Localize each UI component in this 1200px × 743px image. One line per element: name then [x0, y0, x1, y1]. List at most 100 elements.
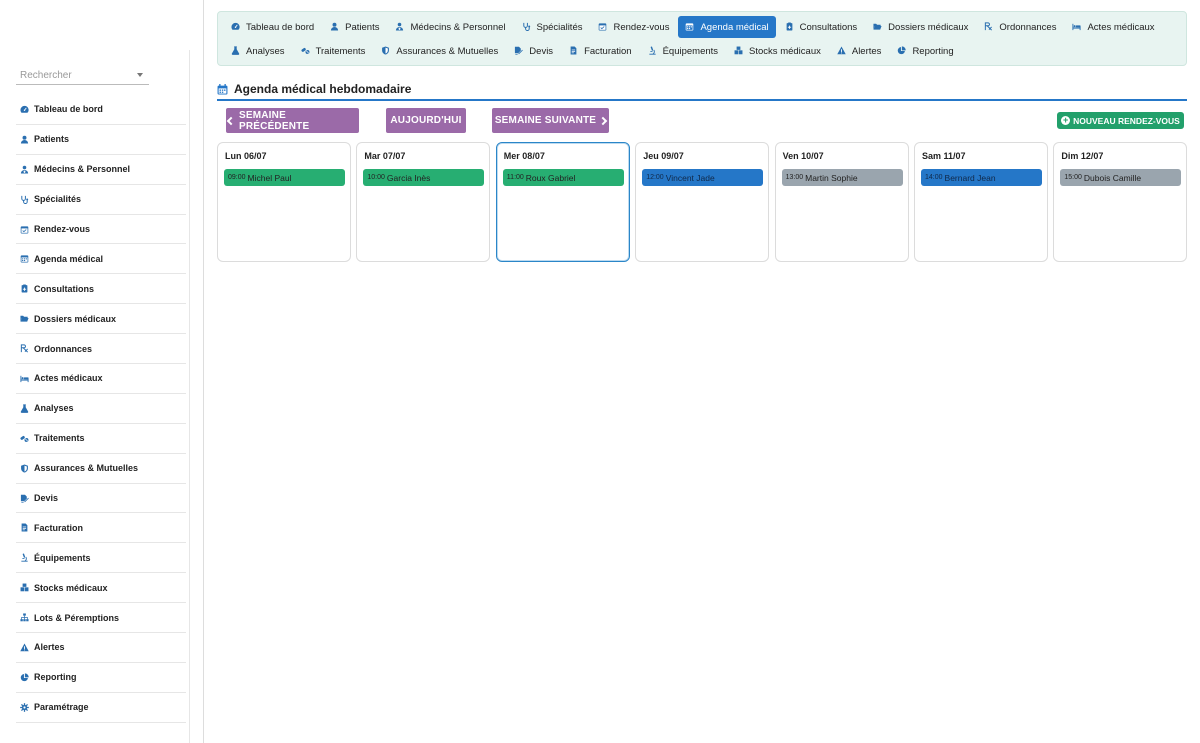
sidebar-item-devis[interactable]: Devis [16, 484, 186, 514]
tab-medecins-and-personnel[interactable]: Médecins & Personnel [388, 16, 512, 38]
appointment-patient: Bernard Jean [944, 172, 996, 183]
appointment-time: 09:00 [228, 174, 246, 181]
sidebar-item-label: Traitements [34, 433, 85, 444]
pills-icon [301, 46, 311, 56]
sidebar-item-actes-medicaux[interactable]: Actes médicaux [16, 364, 186, 394]
tab-label: Médecins & Personnel [410, 21, 506, 33]
sidebar-item-alertes[interactable]: Alertes [16, 633, 186, 663]
sidebar-item-dossiers-medicaux[interactable]: Dossiers médicaux [16, 304, 186, 335]
calendar-icon [685, 22, 695, 32]
calendar-check-icon [598, 22, 608, 32]
tab-devis[interactable]: Devis [507, 40, 560, 62]
tab-actes-medicaux[interactable]: Actes médicaux [1065, 16, 1161, 38]
sidebar-item-ordonnances[interactable]: Ordonnances [16, 334, 186, 365]
sidebar-item-consultations[interactable]: Consultations [16, 274, 186, 305]
appointment-chip[interactable]: 09:00 Michel Paul [224, 169, 345, 186]
tab-equipements[interactable]: Équipements [641, 40, 725, 62]
tab-traitements[interactable]: Traitements [294, 40, 373, 62]
tab-reporting[interactable]: Reporting [890, 40, 960, 62]
tab-rendez-vous[interactable]: Rendez-vous [591, 16, 676, 38]
appointment-time: 10:00 [367, 174, 385, 181]
bed-icon [1072, 22, 1082, 32]
calendar-icon [217, 83, 228, 95]
tab-ordonnances[interactable]: Ordonnances [977, 16, 1063, 38]
appointment-chip[interactable]: 13:00 Martin Sophie [781, 169, 903, 186]
appointment-chip[interactable]: 14:00 Bernard Jean [921, 169, 1042, 186]
tab-agenda-medical[interactable]: Agenda médical [678, 16, 776, 38]
tab-label: Facturation [584, 45, 632, 57]
day-label: Mer 08/07 [503, 151, 545, 161]
tab-consultations[interactable]: Consultations [778, 16, 865, 38]
tab-label: Analyses [246, 45, 285, 57]
day-column[interactable]: Mar 07/07 10:00 Garcia Inès [356, 142, 491, 262]
tab-tableau-de-bord[interactable]: Tableau de bord [224, 16, 321, 38]
page-header: Agenda médical hebdomadaire [217, 79, 1187, 101]
sidebar-item-tableau-de-bord[interactable]: Tableau de bord [16, 95, 186, 125]
prescription-icon [19, 344, 29, 354]
tab-alertes[interactable]: Alertes [830, 40, 889, 62]
sidebar-item-patients[interactable]: Patients [16, 125, 186, 155]
day-column[interactable]: Ven 10/07 13:00 Martin Sophie [774, 142, 909, 262]
sidebar-item-rendez-vous[interactable]: Rendez-vous [16, 215, 186, 245]
previous-week-button[interactable]: SEMAINE PRÉCÉDENTE [226, 108, 359, 133]
tab-analyses[interactable]: Analyses [224, 40, 292, 62]
sidebar-item-equipements[interactable]: Équipements [16, 543, 186, 574]
new-appointment-button[interactable]: + NOUVEAU RENDEZ-VOUS [1057, 112, 1184, 129]
sidebar-item-agenda-medical[interactable]: Agenda médical [16, 244, 186, 275]
tab-label: Assurances & Mutuelles [396, 45, 499, 57]
appointment-chip[interactable]: 12:00 Vincent Jade [642, 169, 764, 186]
search-select[interactable]: Rechercher [16, 66, 149, 85]
pie-chart-icon [19, 672, 29, 682]
next-week-button[interactable]: SEMAINE SUIVANTE [492, 108, 609, 133]
day-column[interactable]: Mer 08/07 11:00 Roux Gabriel [495, 142, 630, 262]
sidebar-item-label: Consultations [34, 283, 94, 294]
sidebar-item-label: Paramétrage [34, 702, 89, 713]
top-nav-row-1: Tableau de bord Patients Médecins & Person… [224, 16, 1164, 38]
today-button[interactable]: AUJOURD'HUI [386, 108, 466, 133]
day-column[interactable]: Lun 06/07 09:00 Michel Paul [217, 142, 351, 262]
tab-stocks-medicaux[interactable]: Stocks médicaux [727, 40, 828, 62]
sidebar: Rechercher Tableau de bord Patients Médeci… [0, 0, 204, 743]
boxes-icon [19, 583, 29, 593]
bed-icon [19, 373, 29, 383]
sidebar-item-label: Assurances & Mutuelles [34, 463, 139, 474]
sidebar-item-label: Rendez-vous [34, 224, 91, 234]
top-nav-row-2: Analyses Traitements Assurances & Mutuelle… [224, 40, 963, 62]
tab-assurances-and-mutuelles[interactable]: Assurances & Mutuelles [374, 40, 505, 62]
appointment-time: 11:00 [506, 174, 524, 181]
sidebar-item-lots-and-peremptions[interactable]: Lots & Péremptions [16, 603, 186, 634]
calendar-check-icon [19, 224, 29, 234]
tab-dossiers-medicaux[interactable]: Dossiers médicaux [866, 16, 975, 38]
user-icon [330, 22, 340, 32]
sidebar-item-assurances-and-mutuelles[interactable]: Assurances & Mutuelles [16, 454, 186, 484]
tab-label: Tableau de bord [246, 21, 315, 33]
tab-label: Spécialités [536, 21, 583, 33]
tab-patients[interactable]: Patients [323, 16, 386, 38]
day-label: Sam 11/07 [922, 151, 966, 161]
sidebar-item-facturation[interactable]: Facturation [16, 513, 186, 544]
sidebar-item-traitements[interactable]: Traitements [16, 424, 186, 454]
sidebar-item-stocks-medicaux[interactable]: Stocks médicaux [16, 573, 186, 604]
appointment-time: 12:00 [646, 174, 664, 181]
next-week-label: SEMAINE SUIVANTE [494, 115, 597, 126]
sidebar-item-specialites[interactable]: Spécialités [16, 185, 186, 215]
day-column[interactable]: Jeu 09/07 12:00 Vincent Jade [635, 142, 770, 262]
appointment-chip[interactable]: 10:00 Garcia Inès [363, 169, 485, 186]
day-column[interactable]: Sam 11/07 14:00 Bernard Jean [914, 142, 1048, 262]
sidebar-item-analyses[interactable]: Analyses [16, 394, 186, 424]
sidebar-item-reporting[interactable]: Reporting [16, 663, 186, 693]
appointment-time: 13:00 [785, 174, 804, 181]
folder-open-icon [19, 314, 29, 324]
appointment-chip[interactable]: 11:00 Roux Gabriel [502, 169, 624, 186]
tab-label: Rendez-vous [613, 21, 670, 33]
tab-specialites[interactable]: Spécialités [515, 16, 590, 38]
file-signature-icon [514, 46, 524, 56]
page-title: Agenda médical hebdomadaire [234, 82, 412, 96]
sidebar-item-medecins-and-personnel[interactable]: Médecins & Personnel [16, 155, 186, 185]
sidebar-item-label: Patients [34, 134, 70, 145]
appointment-chip[interactable]: 15:00 Dubois Camille [1060, 169, 1182, 186]
tab-facturation[interactable]: Facturation [562, 40, 639, 62]
sidebar-item-parametrage[interactable]: Paramétrage [16, 693, 186, 723]
day-column[interactable]: Dim 12/07 15:00 Dubois Camille [1053, 142, 1188, 262]
chevron-right-icon [598, 116, 608, 125]
